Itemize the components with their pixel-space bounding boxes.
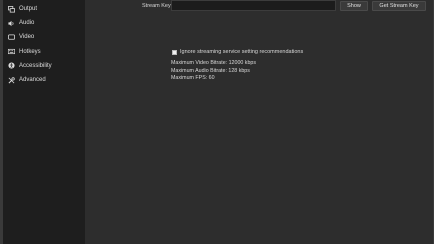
get-stream-key-button[interactable]: Get Stream Key: [372, 1, 426, 11]
output-icon: [7, 5, 15, 13]
sidebar-item-accessibility[interactable]: Accessibility: [3, 59, 85, 73]
sidebar-item-output[interactable]: Output: [3, 2, 85, 16]
tools-icon: [7, 76, 15, 84]
sidebar-item-audio[interactable]: Audio: [3, 16, 85, 30]
stream-key-input[interactable]: [171, 0, 336, 11]
monitor-icon: [7, 33, 15, 41]
sidebar-item-label: Hotkeys: [19, 48, 41, 55]
max-audio-bitrate: Maximum Audio Bitrate: 128 kbps: [171, 67, 250, 74]
keyboard-icon: [7, 48, 15, 56]
sidebar-item-label: Advanced: [19, 77, 46, 84]
ignore-recommendations-checkbox[interactable]: [172, 49, 177, 55]
sidebar-item-advanced[interactable]: Advanced: [3, 73, 85, 87]
recommendations-info: Maximum Video Bitrate: 12000 kbps Maximu…: [171, 60, 256, 83]
sidebar-item-video[interactable]: Video: [3, 30, 85, 44]
ignore-recommendations-label: Ignore streaming service setting recomme…: [180, 49, 304, 55]
stream-settings-panel: Stream Key Show Get Stream Key Ignore st…: [85, 0, 434, 244]
sidebar-item-label: Output: [19, 6, 38, 13]
sidebar-item-label: Accessibility: [19, 62, 52, 69]
sidebar-item-label: Video: [19, 34, 35, 41]
stream-key-label: Stream Key: [142, 3, 171, 9]
accessibility-icon: [7, 62, 15, 70]
max-video-bitrate: Maximum Video Bitrate: 12000 kbps: [171, 60, 256, 66]
ignore-recommendations-row[interactable]: Ignore streaming service setting recomme…: [172, 49, 303, 55]
max-fps: Maximum FPS: 60: [171, 75, 215, 82]
settings-sidebar: Output Audio Video Hotkeys Accessibility…: [3, 0, 85, 244]
sidebar-item-hotkeys[interactable]: Hotkeys: [3, 45, 85, 59]
speaker-icon: [7, 19, 15, 27]
sidebar-item-label: Audio: [19, 20, 35, 27]
show-button[interactable]: Show: [340, 1, 368, 11]
